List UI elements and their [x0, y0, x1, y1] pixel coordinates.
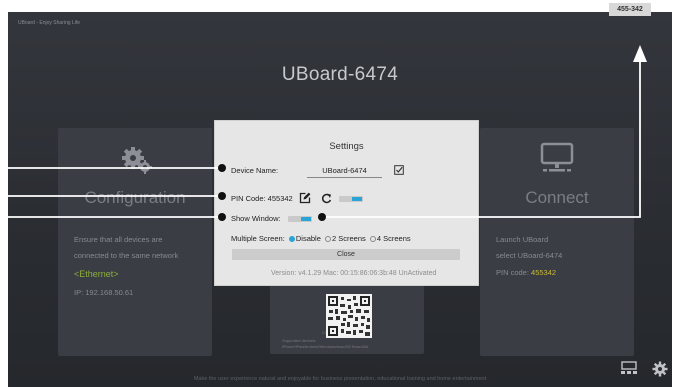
- monitor-icon: [540, 142, 574, 172]
- close-button[interactable]: Close: [232, 249, 460, 260]
- show-window-toggle-knob: [301, 217, 311, 221]
- connect-heading: Connect: [525, 188, 589, 207]
- connect-pin-label: PIN code:: [496, 268, 529, 277]
- connect-card[interactable]: Connect Launch UBoard select UBoard-6474…: [480, 128, 634, 356]
- settings-title: Settings: [329, 141, 364, 152]
- configuration-heading: Configuration: [84, 188, 186, 207]
- brand-text: UBoard - Enjoy Sharing Life: [18, 20, 80, 26]
- refresh-icon[interactable]: [321, 193, 332, 204]
- top-code-badge: 455-342: [609, 3, 651, 16]
- device-name-input[interactable]: [307, 163, 382, 178]
- connect-line-2: select UBoard-6474: [496, 251, 563, 260]
- radio-disable[interactable]: [288, 236, 295, 243]
- ip-address: IP: 192.168.50.61: [74, 288, 134, 297]
- footer-tagline: Make the user experience natural and enj…: [193, 376, 487, 382]
- radio-4-screens[interactable]: [369, 236, 376, 243]
- network-type: <Ethernet>: [74, 269, 119, 279]
- supported-devices-label: Supported devices:: [282, 338, 317, 343]
- settings-gear-icon[interactable]: [652, 361, 668, 377]
- option-2-screens-label: 2 Screens: [331, 234, 366, 243]
- settings-dialog: Settings Device Name: PIN Code: 455342 S…: [214, 120, 479, 286]
- multiple-screen-row: Multiple Screen: Disable 2 Screens 4 Scr…: [231, 234, 411, 243]
- config-line-1: Ensure that all devices are: [74, 235, 163, 244]
- qr-code-icon[interactable]: [326, 294, 372, 338]
- connect-pin: PIN code: 455342: [496, 268, 556, 277]
- show-window-label: Show Window:: [231, 214, 281, 223]
- pin-code-toggle-knob: [352, 197, 362, 201]
- supported-devices-list: iPhone/iPad/Android/Windows/mac/HZ Board…: [282, 344, 369, 349]
- option-disable-label: Disable: [295, 234, 321, 243]
- version-info: Version: v4.1.29 Mac: 00:15:86:06:3b:48 …: [271, 270, 437, 277]
- screens-icon[interactable]: [620, 360, 638, 376]
- check-icon[interactable]: [394, 165, 404, 175]
- configuration-card[interactable]: Configuration Ensure that all devices ar…: [58, 128, 212, 356]
- connect-line-1: Launch UBoard: [496, 235, 549, 244]
- gear-icon: [122, 147, 152, 174]
- board-title: UBoard-6474: [281, 64, 399, 85]
- edit-icon[interactable]: [299, 192, 311, 204]
- multiple-screen-label: Multiple Screen:: [231, 234, 285, 243]
- device-name-label: Device Name:: [231, 166, 279, 175]
- radio-2-screens[interactable]: [324, 236, 331, 243]
- pin-code-label: PIN Code: 455342: [231, 194, 293, 203]
- pin-code-toggle[interactable]: [339, 196, 363, 202]
- option-4-screens-label: 4 Screens: [376, 234, 411, 243]
- connect-pin-value: 455342: [531, 268, 557, 277]
- show-window-toggle[interactable]: [288, 216, 312, 222]
- config-line-2: connected to the same network: [74, 251, 179, 260]
